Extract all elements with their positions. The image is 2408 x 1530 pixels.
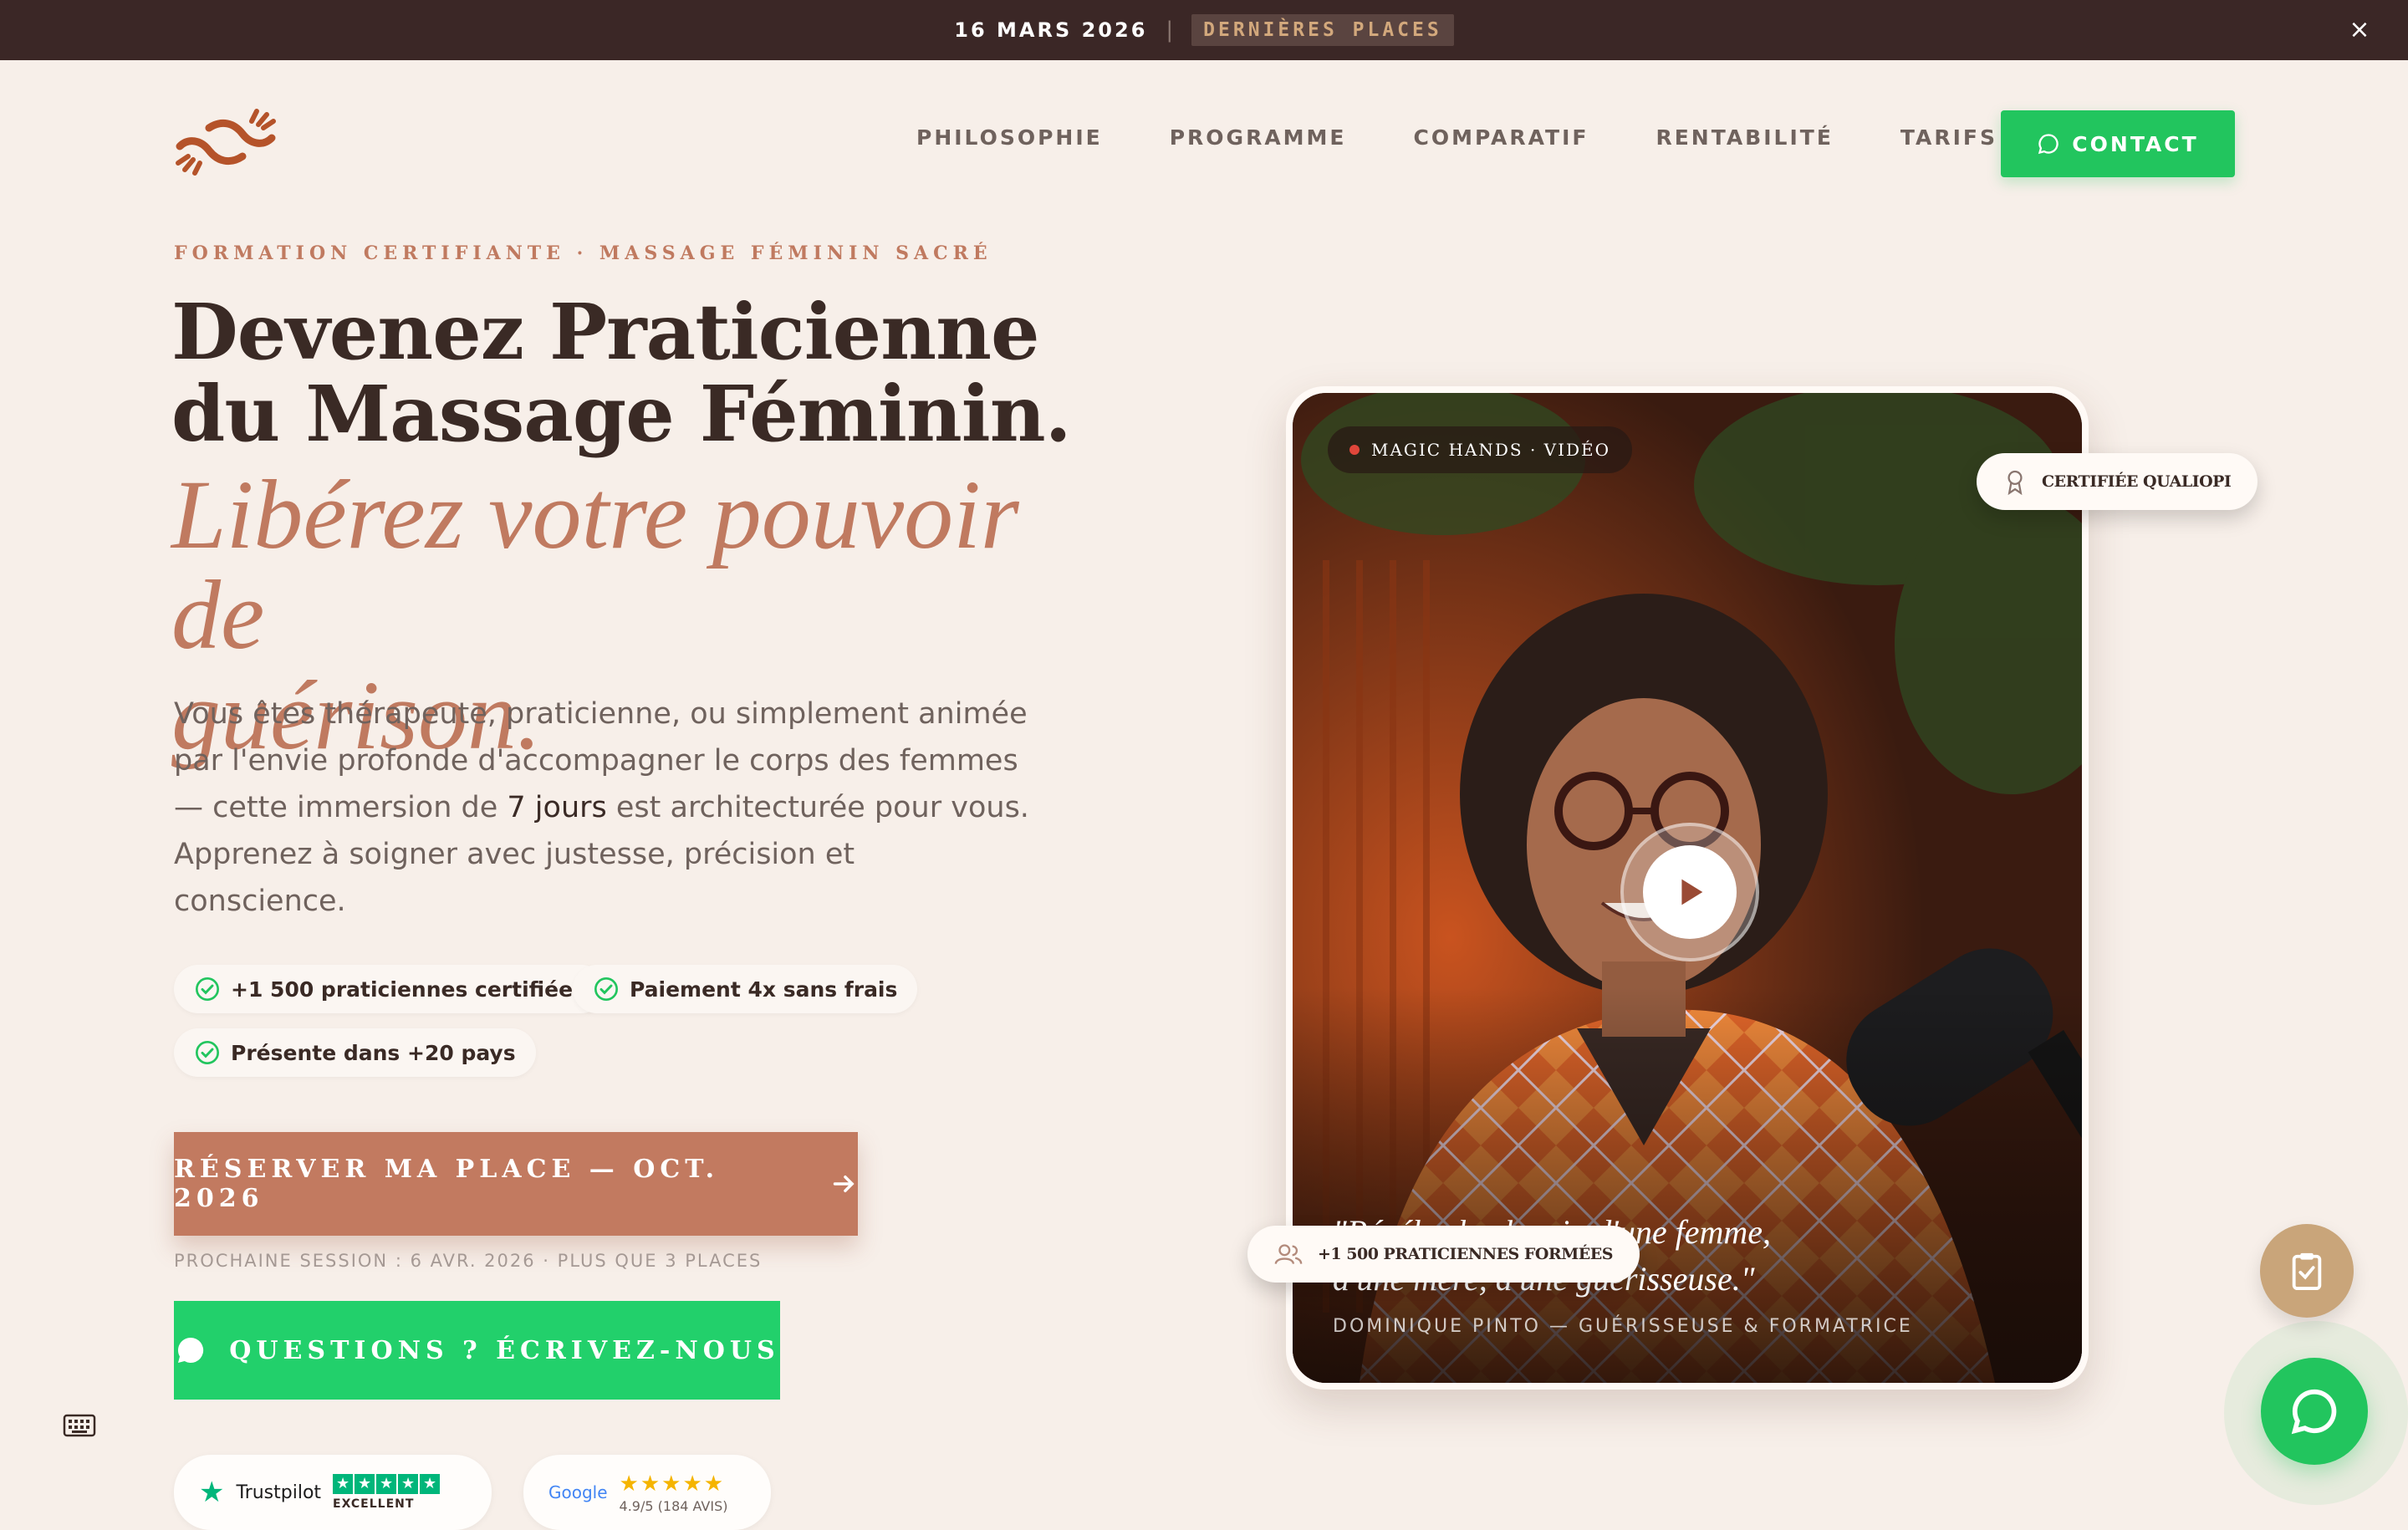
- chat-bubble-icon: [2291, 1389, 2337, 1435]
- video-tag-label: MAGIC HANDS · VIDÉO: [1371, 440, 1611, 460]
- keyboard-icon[interactable]: [50, 1405, 109, 1446]
- check-circle-icon: [196, 1041, 219, 1064]
- chat-bubble-icon: [2038, 134, 2059, 155]
- users-icon: [1274, 1244, 1303, 1265]
- announcement-bar: 16 MARS 2026 | DERNIÈRES PLACES ×: [0, 0, 2408, 60]
- contact-button[interactable]: CONTACT: [2001, 110, 2235, 177]
- chip-label: Paiement 4x sans frais: [630, 977, 898, 1002]
- trustpilot-rating-label: EXCELLENT: [333, 1497, 415, 1511]
- qualiopi-label: CERTIFIÉE QUALIOPI: [2042, 472, 2232, 491]
- play-button-inner: [1643, 845, 1737, 939]
- award-ribbon-icon: [2008, 470, 2023, 495]
- chat-fab[interactable]: [2261, 1358, 2368, 1465]
- hero-title: Devenez Praticienne du Massage Féminin.: [171, 291, 1091, 455]
- last-places-badge: DERNIÈRES PLACES: [1191, 14, 1454, 46]
- google-rating: 4.9/5 (184 AVIS): [620, 1498, 728, 1514]
- google-stars-icon: ★★★★★: [619, 1471, 726, 1497]
- video-tag: MAGIC HANDS · VIDÉO: [1328, 426, 1633, 473]
- google-badge[interactable]: Google ★★★★★ 4.9/5 (184 AVIS): [523, 1455, 771, 1530]
- chat-bubble-icon: [178, 1337, 204, 1363]
- play-button[interactable]: [1620, 823, 1759, 961]
- chip-payment: Paiement 4x sans frais: [573, 965, 918, 1013]
- hero-lead: Vous êtes thérapeute, praticienne, ou si…: [174, 691, 1035, 925]
- google-review-count: (184 AVIS): [657, 1497, 728, 1514]
- qualiopi-badge: CERTIFIÉE QUALIOPI: [1977, 453, 2258, 510]
- chip-certified: +1 500 praticiennes certifiées: [174, 965, 605, 1013]
- quote-author: DOMINIQUE PINTO — GUÉRISSEUSE & FORMATRI…: [1333, 1316, 1913, 1337]
- trustpilot-star-icon: ★: [199, 1476, 225, 1509]
- trustpilot-stars-icon: ★ ★ ★ ★ ★: [333, 1474, 441, 1494]
- hero-eyebrow: FORMATION CERTIFIANTE · MASSAGE FÉMININ …: [174, 242, 992, 264]
- live-dot-icon: [1349, 445, 1360, 455]
- nav-comparatif[interactable]: COMPARATIF: [1414, 125, 1589, 150]
- whatsapp-questions-button[interactable]: QUESTIONS ? ÉCRIVEZ-NOUS: [174, 1301, 780, 1400]
- contact-label: CONTACT: [2072, 131, 2199, 156]
- announcement-separator: |: [1166, 18, 1174, 43]
- arrow-right-icon: [833, 1176, 855, 1192]
- google-brand: Google: [548, 1482, 608, 1502]
- next-session-note: PROCHAINE SESSION : 6 AVR. 2026 · PLUS Q…: [174, 1251, 763, 1271]
- announcement-date: 16 MARS 2026: [954, 18, 1148, 42]
- check-circle-icon: [196, 977, 219, 1001]
- nav-programme[interactable]: PROGRAMME: [1170, 125, 1347, 150]
- hero-accent-line1: Libérez votre pouvoir de: [171, 460, 1019, 670]
- close-icon[interactable]: ×: [2343, 13, 2376, 47]
- hero-title-line2: du Massage Féminin.: [171, 369, 1072, 459]
- trained-badge: +1 500 PRATICIENNES FORMÉES: [1247, 1226, 1640, 1283]
- hero-title-line1: Devenez Praticienne: [171, 287, 1040, 377]
- clipboard-check-icon: [2292, 1252, 2322, 1290]
- google-rating-value: 4.9/5: [619, 1497, 654, 1514]
- trained-label: +1 500 PRATICIENNES FORMÉES: [1318, 1245, 1613, 1263]
- reserve-button[interactable]: RÉSERVER MA PLACE — OCT. 2026: [174, 1132, 858, 1236]
- hands-logo-icon[interactable]: [171, 105, 280, 180]
- nav-philosophie[interactable]: PHILOSOPHIE: [916, 125, 1103, 150]
- check-circle-icon: [594, 977, 618, 1001]
- play-icon: [1681, 879, 1703, 905]
- whatsapp-questions-label: QUESTIONS ? ÉCRIVEZ-NOUS: [229, 1335, 780, 1365]
- main-nav: PHILOSOPHIE PROGRAMME COMPARATIF RENTABI…: [916, 125, 2064, 150]
- chip-label: +1 500 praticiennes certifiées: [231, 977, 585, 1002]
- reserve-label: RÉSERVER MA PLACE — OCT. 2026: [174, 1155, 720, 1213]
- nav-rentabilite[interactable]: RENTABILITÉ: [1656, 125, 1833, 150]
- chip-countries: Présente dans +20 pays: [174, 1028, 536, 1077]
- nav-tarifs[interactable]: TARIFS: [1900, 125, 1997, 150]
- chip-label: Présente dans +20 pays: [231, 1040, 516, 1065]
- trustpilot-badge[interactable]: ★ Trustpilot ★ ★ ★ ★ ★ EXCELLENT: [174, 1455, 492, 1530]
- clipboard-fab[interactable]: [2260, 1224, 2354, 1318]
- lead-highlight: 7 jours: [507, 791, 607, 824]
- trustpilot-brand: Trustpilot: [236, 1482, 322, 1503]
